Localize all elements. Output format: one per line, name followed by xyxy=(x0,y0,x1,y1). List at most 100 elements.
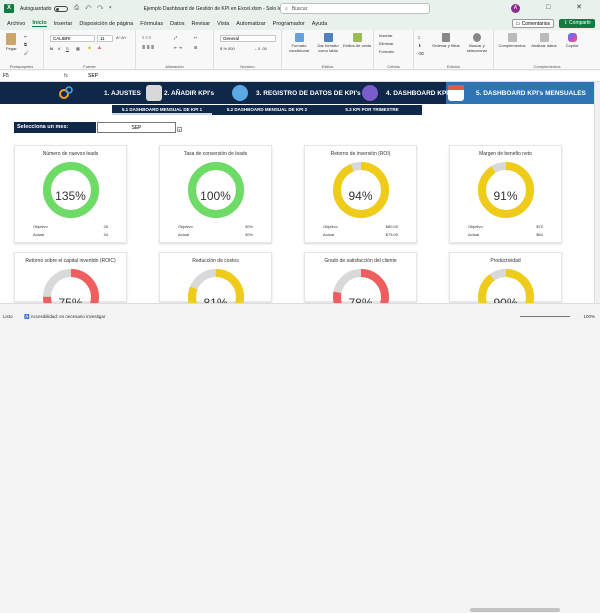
font-color-icon[interactable]: A xyxy=(98,45,101,50)
currency-icon[interactable]: $ % 000 xyxy=(220,46,235,51)
italic-button[interactable]: K xyxy=(58,46,61,51)
cut-icon[interactable]: ✂ xyxy=(24,34,27,39)
wrap-text-icon[interactable]: ↵ xyxy=(194,35,197,40)
autosave-toggle[interactable] xyxy=(54,5,69,12)
paste-button[interactable]: Pegar xyxy=(6,33,17,51)
analyze-data-button[interactable]: Analizar datos xyxy=(530,33,558,48)
nav-data-log[interactable]: 3. REGISTRO DE DATOS DE KPI's xyxy=(256,82,361,104)
kpi-objetivo-value: $70 xyxy=(536,224,543,229)
cell-styles-button[interactable]: Estilos de celda xyxy=(343,33,371,48)
addins-button[interactable]: Complementos xyxy=(496,33,528,48)
kpi-actual-value: 34 xyxy=(103,232,108,237)
merge-icon[interactable]: ⊞ xyxy=(194,45,197,50)
horizontal-scrollbar[interactable] xyxy=(0,607,600,613)
underline-button[interactable]: S xyxy=(66,46,69,51)
number-format-select[interactable]: General xyxy=(220,35,276,42)
group-label: Complementos xyxy=(533,64,561,69)
conditional-format-button[interactable]: Formato condicional xyxy=(285,33,313,53)
kpi-actual-label: Actual xyxy=(468,232,480,237)
accessibility-icon: ♿ xyxy=(24,314,31,319)
format-cells-button[interactable]: Formato xyxy=(379,49,394,54)
sort-filter-button[interactable]: Ordenar y filtrar xyxy=(432,33,460,48)
quick-access-icons[interactable]: ⎙ ↶ ↷ ▾ xyxy=(74,5,113,12)
copilot-button[interactable]: Copilot xyxy=(560,33,584,48)
decimal-icon[interactable]: ←0 .00 xyxy=(254,46,267,51)
font-grow-icon[interactable]: A^ A˅ xyxy=(116,35,126,40)
menu-tab[interactable]: Inicio xyxy=(32,20,47,27)
scroll-thumb[interactable] xyxy=(470,608,560,612)
kpi-objetivo-row: Objetivo $70 xyxy=(468,224,543,229)
formula-input[interactable]: SEP xyxy=(88,73,98,80)
align-left-icon[interactable]: ≣ ≣ ≣ xyxy=(142,45,154,50)
clear-icon[interactable]: ⌫ xyxy=(418,51,424,56)
kpi-actual-value: $75.00 xyxy=(385,232,398,237)
menu-tab[interactable]: Insertar xyxy=(54,21,73,27)
kpi-percent: 90% xyxy=(493,296,518,303)
autosum-icon[interactable]: Σ xyxy=(418,35,420,40)
menu-tab[interactable]: Revisar xyxy=(192,21,211,27)
align-top-icon[interactable]: ≡ ≡ ≡ xyxy=(142,35,151,40)
fx-icon[interactable]: fx xyxy=(64,73,68,80)
indent-icon[interactable]: ⇤ ⇥ xyxy=(174,45,182,50)
group-styles: Formato condicional Dar formato como tab… xyxy=(282,30,374,70)
subtab-quarter[interactable]: 5.3 KPI POR TRIMESTRE xyxy=(322,105,422,115)
analyze-data-icon xyxy=(539,33,549,42)
format-table-button[interactable]: Dar formato como tabla xyxy=(314,33,342,53)
kpi-card: Margen de benefio neto 91% Objetivo $70 Actu… xyxy=(449,145,562,243)
kpi-card: Número de nuevos leads 135% Objetivo 25 Actu… xyxy=(14,145,127,243)
kpi-actual-label: Actual xyxy=(178,232,190,237)
menu-tab[interactable]: Programador xyxy=(273,21,305,27)
border-icon[interactable]: ▦ xyxy=(76,46,80,51)
kpi-title: Retorno de inversión (ROI) xyxy=(330,151,391,157)
format-painter-icon[interactable]: 🖌 xyxy=(24,50,29,55)
copilot-icon xyxy=(567,33,577,42)
clipboard-icon xyxy=(6,33,17,45)
share-button[interactable]: ⇪ Compartir xyxy=(559,19,595,28)
nav-dashboard[interactable]: 4. DASHBOARD KPI xyxy=(386,82,448,104)
find-select-button[interactable]: Buscar y seleccionar xyxy=(462,33,492,53)
fill-icon[interactable]: ⬇ xyxy=(418,43,421,48)
nav-add-kpi[interactable]: 2. AÑADIR KPI's xyxy=(164,82,214,104)
search-input[interactable]: ⌕ Buscar xyxy=(280,3,430,14)
group-clipboard: Pegar ✂ ⧉ 🖌 Portapapeles xyxy=(0,30,44,70)
kpi-card: Grado de satisfacción del cliente 78% xyxy=(304,252,417,303)
menu-tabs: Archivo Inicio Insertar Disposición de pági… xyxy=(0,17,600,30)
excel-icon: X xyxy=(4,4,14,13)
insert-cells-button[interactable]: Insertar xyxy=(379,33,393,38)
add-kpi-icon xyxy=(146,85,162,101)
bold-button[interactable]: N xyxy=(50,46,53,51)
font-name-select[interactable]: CALIBRI xyxy=(50,35,95,42)
menu-tab[interactable]: Datos xyxy=(170,21,184,27)
copy-icon[interactable]: ⧉ xyxy=(24,42,27,47)
menu-tab[interactable]: Fórmulas xyxy=(140,21,163,27)
font-size-select[interactable]: 11 xyxy=(97,35,113,42)
subtab-kpi-2[interactable]: 5.2 DASHBOARD MENSUAL DE KPI 2 xyxy=(217,105,317,115)
nav-monthly-dashboard[interactable]: 5. DASHBOARD KPI's MENSUALES xyxy=(476,82,586,104)
orientation-icon[interactable]: ⤢ xyxy=(174,35,177,40)
subtab-kpi-1[interactable]: 5.1 DASHBOARD MENSUAL DE KPI 1 xyxy=(112,105,212,115)
menu-tab[interactable]: Automatizar xyxy=(236,21,265,27)
window-controls[interactable]: – □ ✕ xyxy=(516,3,594,11)
comments-button[interactable]: ▭ Comentarios xyxy=(511,19,554,28)
kpi-percent: 94% xyxy=(348,189,373,203)
vertical-scrollbar[interactable] xyxy=(594,82,600,303)
zoom-slider[interactable] xyxy=(520,316,570,317)
name-box[interactable]: F5 xyxy=(3,73,37,80)
menu-tab[interactable]: Vista xyxy=(217,21,229,27)
fill-color-icon[interactable]: ◆ xyxy=(88,45,91,50)
delete-cells-button[interactable]: Eliminar xyxy=(379,41,393,46)
kpi-objetivo-value: $80.00 xyxy=(385,224,398,229)
accessibility-status[interactable]: ♿ Accesibilidad: es necesario investigar xyxy=(24,314,105,320)
kpi-percent: 91% xyxy=(493,189,518,203)
group-alignment: ≡ ≡ ≡ ≣ ≣ ≣ ⤢ ⇤ ⇥ ↵ ⊞ Alineación xyxy=(136,30,214,70)
kpi-percent: 135% xyxy=(55,189,86,203)
menu-tab[interactable]: Ayuda xyxy=(312,21,328,27)
group-label: Fuente xyxy=(83,64,96,69)
group-label: Portapapeles xyxy=(9,64,34,69)
zoom-level[interactable]: 100% xyxy=(583,314,595,319)
nav-settings[interactable]: 1. AJUSTES xyxy=(104,82,141,104)
dropdown-arrow-icon[interactable]: ▾ xyxy=(177,127,182,132)
menu-tab[interactable]: Disposición de página xyxy=(79,21,133,27)
menu-tab[interactable]: Archivo xyxy=(7,21,25,27)
month-select[interactable]: SEP xyxy=(97,122,176,133)
